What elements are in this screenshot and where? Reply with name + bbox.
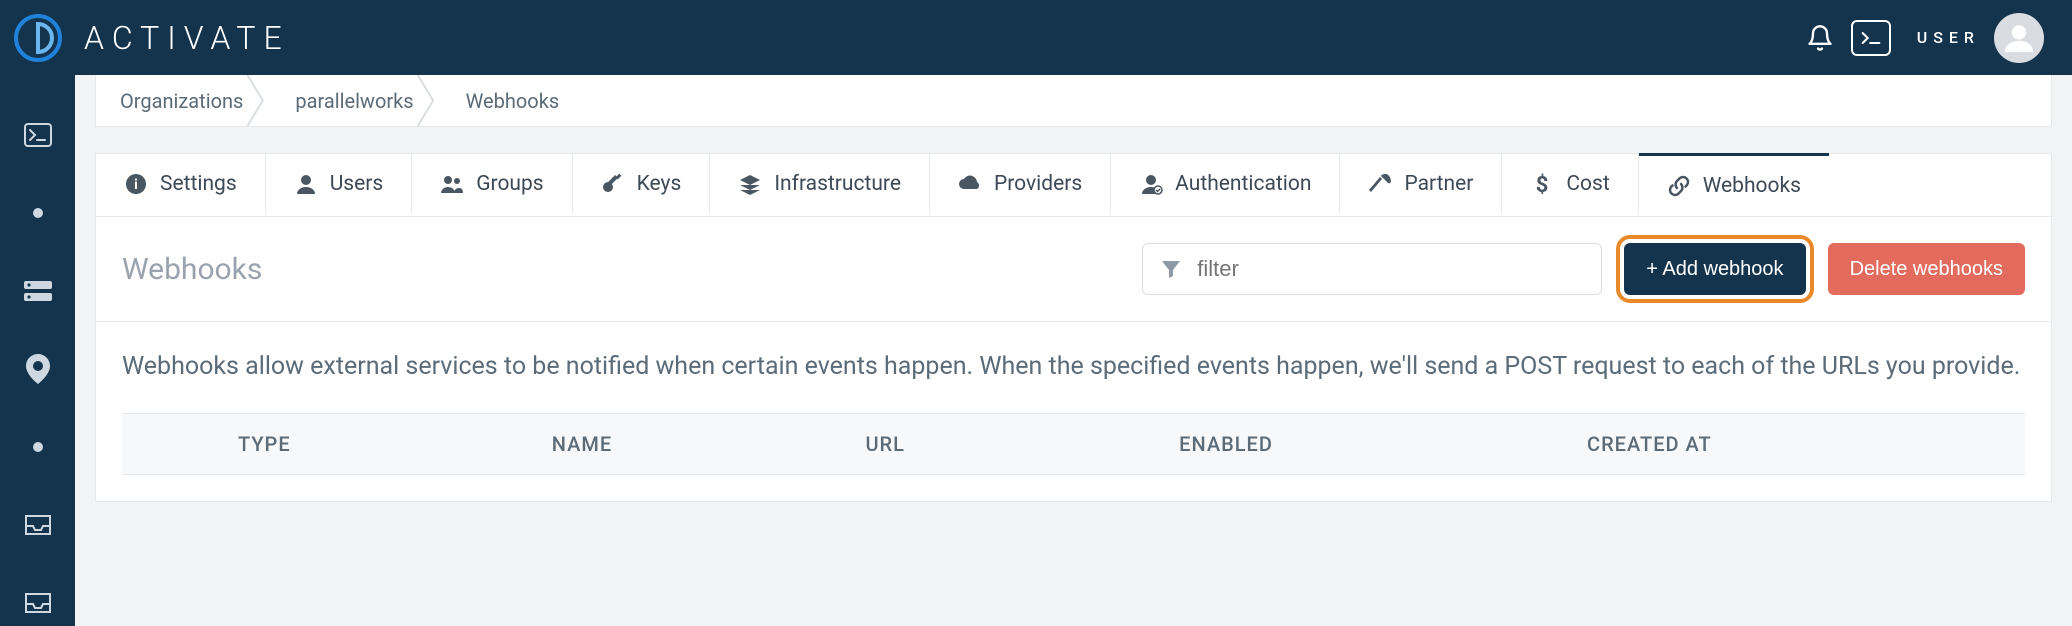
tab-keys[interactable]: Keys [573,154,711,214]
breadcrumb-org-name[interactable]: parallelworks [273,75,443,126]
tab-label: Users [330,172,384,196]
avatar[interactable] [1994,13,2044,63]
tabs: i Settings Users Groups Keys [96,154,2051,217]
tab-providers[interactable]: Providers [930,154,1111,214]
brand[interactable]: ACTIVATE [0,10,290,66]
nav-inbox-icon[interactable] [18,505,58,545]
nav-inbox-2-icon[interactable] [18,583,58,623]
breadcrumb: Organizations parallelworks Webhooks [95,75,2052,127]
col-created-at: CREATED AT [1497,432,1999,456]
tab-label: Infrastructure [774,172,901,196]
filter-input[interactable] [1197,256,1585,282]
tab-label: Keys [637,172,682,196]
brand-logo-icon [10,10,66,66]
content-card: i Settings Users Groups Keys [95,153,2052,502]
tab-label: Groups [476,172,543,196]
brand-title: ACTIVATE [84,22,290,54]
user-label[interactable]: USER [1917,28,1980,47]
nav-separator-dot [18,427,58,467]
tab-settings[interactable]: i Settings [96,154,266,214]
main-content: Organizations parallelworks Webhooks i S… [75,75,2072,626]
filter-input-wrap[interactable] [1142,243,1602,295]
col-name: NAME [462,432,776,456]
topbar: ACTIVATE USER [0,0,2072,75]
svg-text:$: $ [1536,173,1549,196]
tab-label: Settings [160,172,237,196]
tab-label: Partner [1404,172,1473,196]
col-enabled: ENABLED [1089,432,1497,456]
nav-separator-dot [18,193,58,233]
tab-partner[interactable]: Partner [1340,154,1502,214]
col-type: TYPE [148,432,462,456]
nav-terminal-icon[interactable] [18,115,58,155]
tab-authentication[interactable]: Authentication [1111,154,1340,214]
tab-label: Cost [1566,172,1609,196]
terminal-icon[interactable] [1851,20,1891,56]
delete-webhooks-button[interactable]: Delete webhooks [1828,243,2025,295]
breadcrumb-current[interactable]: Webhooks [444,75,590,126]
add-webhook-button[interactable]: + Add webhook [1624,243,1805,295]
notifications-icon[interactable] [1797,15,1843,61]
tab-infrastructure[interactable]: Infrastructure [710,154,930,214]
tab-groups[interactable]: Groups [412,154,572,214]
webhooks-description: Webhooks allow external services to be n… [96,322,2051,413]
page-title: Webhooks [122,252,262,287]
nav-location-icon[interactable] [18,349,58,389]
nav-storage-icon[interactable] [18,271,58,311]
add-webhook-highlight: + Add webhook [1616,235,1813,303]
col-url: URL [775,432,1089,456]
tab-users[interactable]: Users [266,154,413,214]
tab-label: Webhooks [1703,174,1801,198]
filter-icon [1159,257,1183,281]
section-header: Webhooks + Add webhook Delete webhooks [96,217,2051,322]
left-navbar [0,75,75,626]
tab-label: Authentication [1175,172,1311,196]
tab-label: Providers [994,172,1082,196]
tab-webhooks[interactable]: Webhooks [1639,153,1829,216]
tab-cost[interactable]: $ Cost [1502,154,1638,214]
table-header: TYPE NAME URL ENABLED CREATED AT [122,413,2025,475]
svg-text:i: i [134,177,138,193]
breadcrumb-organizations[interactable]: Organizations [104,75,273,126]
